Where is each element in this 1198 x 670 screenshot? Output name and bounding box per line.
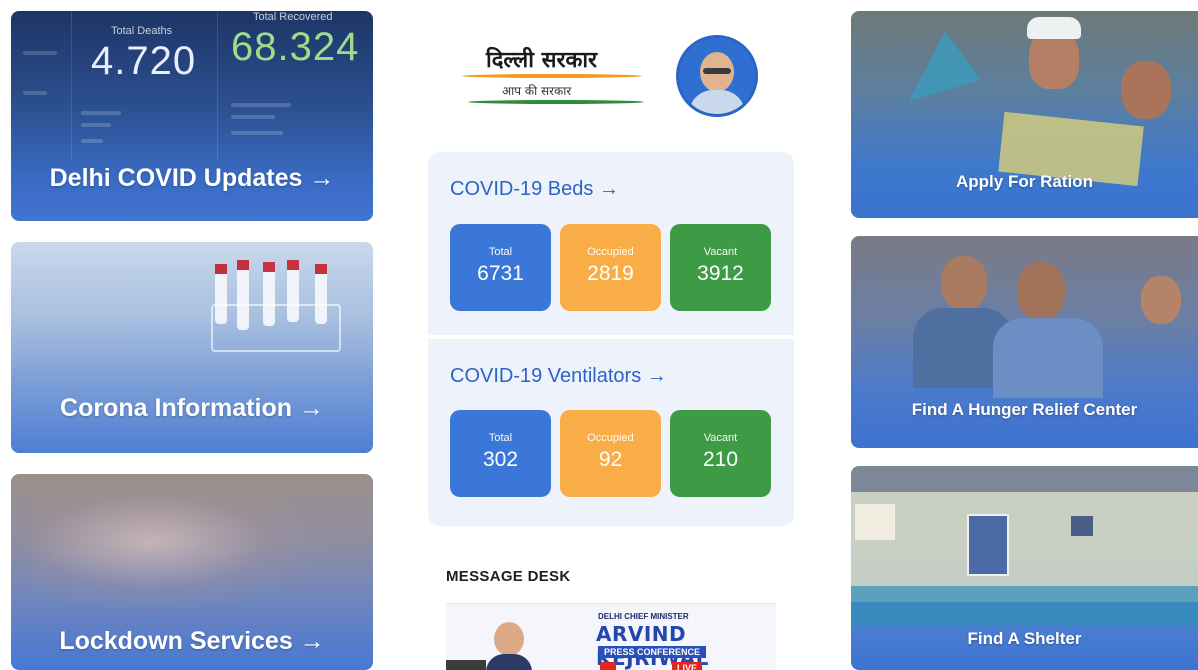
beds-total-tile: Total 6731 [450, 224, 551, 311]
logo-green-swoosh [468, 100, 644, 104]
hunger-relief-center-card[interactable]: Find A Hunger Relief Center [851, 236, 1198, 448]
test-tubes-image [211, 256, 341, 366]
find-a-shelter-label: Find A Shelter [967, 629, 1082, 648]
delhi-covid-updates-card[interactable]: Total Deaths 4.720 Total Recovered 68.32… [11, 11, 373, 221]
beds-vacant-value: 3912 [697, 262, 744, 285]
ventilators-vacant-value: 210 [702, 448, 739, 471]
covid-ventilators-link[interactable]: COVID-19 Ventilators → [450, 365, 667, 388]
delhi-sarkar-logo: दिल्ली सरकार आप की सरकार [462, 42, 652, 112]
ventilators-total-tile: Total 302 [450, 410, 551, 497]
total-recovered-value: 68.324 [231, 25, 360, 69]
ventilators-vacant-tile: Vacant 210 [670, 410, 771, 497]
message-desk-heading: MESSAGE DESK [446, 568, 571, 585]
covid-beds-link[interactable]: COVID-19 Beds → [450, 178, 619, 201]
corona-information-card[interactable]: Corona Information → [11, 242, 373, 453]
beds-occupied-value: 2819 [587, 262, 634, 285]
ventilators-occupied-value: 92 [598, 448, 623, 471]
corona-information-label: Corona Information → [60, 394, 324, 422]
logo-title: दिल्ली सरकार [486, 48, 598, 73]
chief-minister-avatar [676, 35, 758, 117]
beds-vacant-label: Vacant [703, 246, 738, 258]
beds-occupied-label: Occupied [587, 246, 634, 258]
total-deaths-label: Total Deaths [111, 25, 173, 37]
apply-for-ration-card[interactable]: Apply For Ration [851, 11, 1198, 218]
ventilators-occupied-tile: Occupied 92 [560, 410, 661, 497]
youtube-icon [600, 662, 616, 670]
apply-for-ration-label: Apply For Ration [956, 172, 1093, 191]
screen-graphic [446, 660, 486, 670]
beds-occupied-tile: Occupied 2819 [560, 224, 661, 311]
banner-subtitle: DELHI CHIEF MINISTER [598, 612, 689, 621]
covid-beds-panel: COVID-19 Beds → Total 6731 Occupied 2819… [428, 152, 794, 335]
beds-vacant-tile: Vacant 3912 [670, 224, 771, 311]
total-recovered-label: Total Recovered [253, 11, 333, 23]
total-deaths-value: 4.720 [91, 39, 197, 83]
logo-tagline: आप की सरकार [502, 84, 572, 98]
delhi-covid-updates-label: Delhi COVID Updates → [49, 164, 335, 192]
live-badge: LIVE [672, 662, 703, 670]
hands-grain-image [31, 494, 331, 614]
ventilators-total-value: 302 [482, 448, 519, 471]
ventilators-occupied-label: Occupied [587, 432, 634, 444]
banner-event: PRESS CONFERENCE [598, 646, 707, 658]
lockdown-services-card[interactable]: Lockdown Services → [11, 474, 373, 670]
kejriwal-photo [486, 620, 532, 670]
find-a-shelter-card[interactable]: Find A Shelter [851, 466, 1198, 670]
ventilators-total-label: Total [488, 432, 513, 444]
covid-ventilators-panel: COVID-19 Ventilators → Total 302 Occupie… [428, 339, 794, 526]
lockdown-services-label: Lockdown Services → [59, 627, 325, 655]
hunger-relief-center-label: Find A Hunger Relief Center [911, 400, 1138, 419]
beds-total-value: 6731 [477, 262, 524, 285]
beds-total-label: Total [488, 246, 513, 258]
ventilators-vacant-label: Vacant [703, 432, 738, 444]
logo-saffron-swoosh [462, 74, 642, 78]
press-conference-video[interactable]: DELHI CHIEF MINISTER ARVIND KEJRIWAL PRE… [446, 603, 776, 670]
